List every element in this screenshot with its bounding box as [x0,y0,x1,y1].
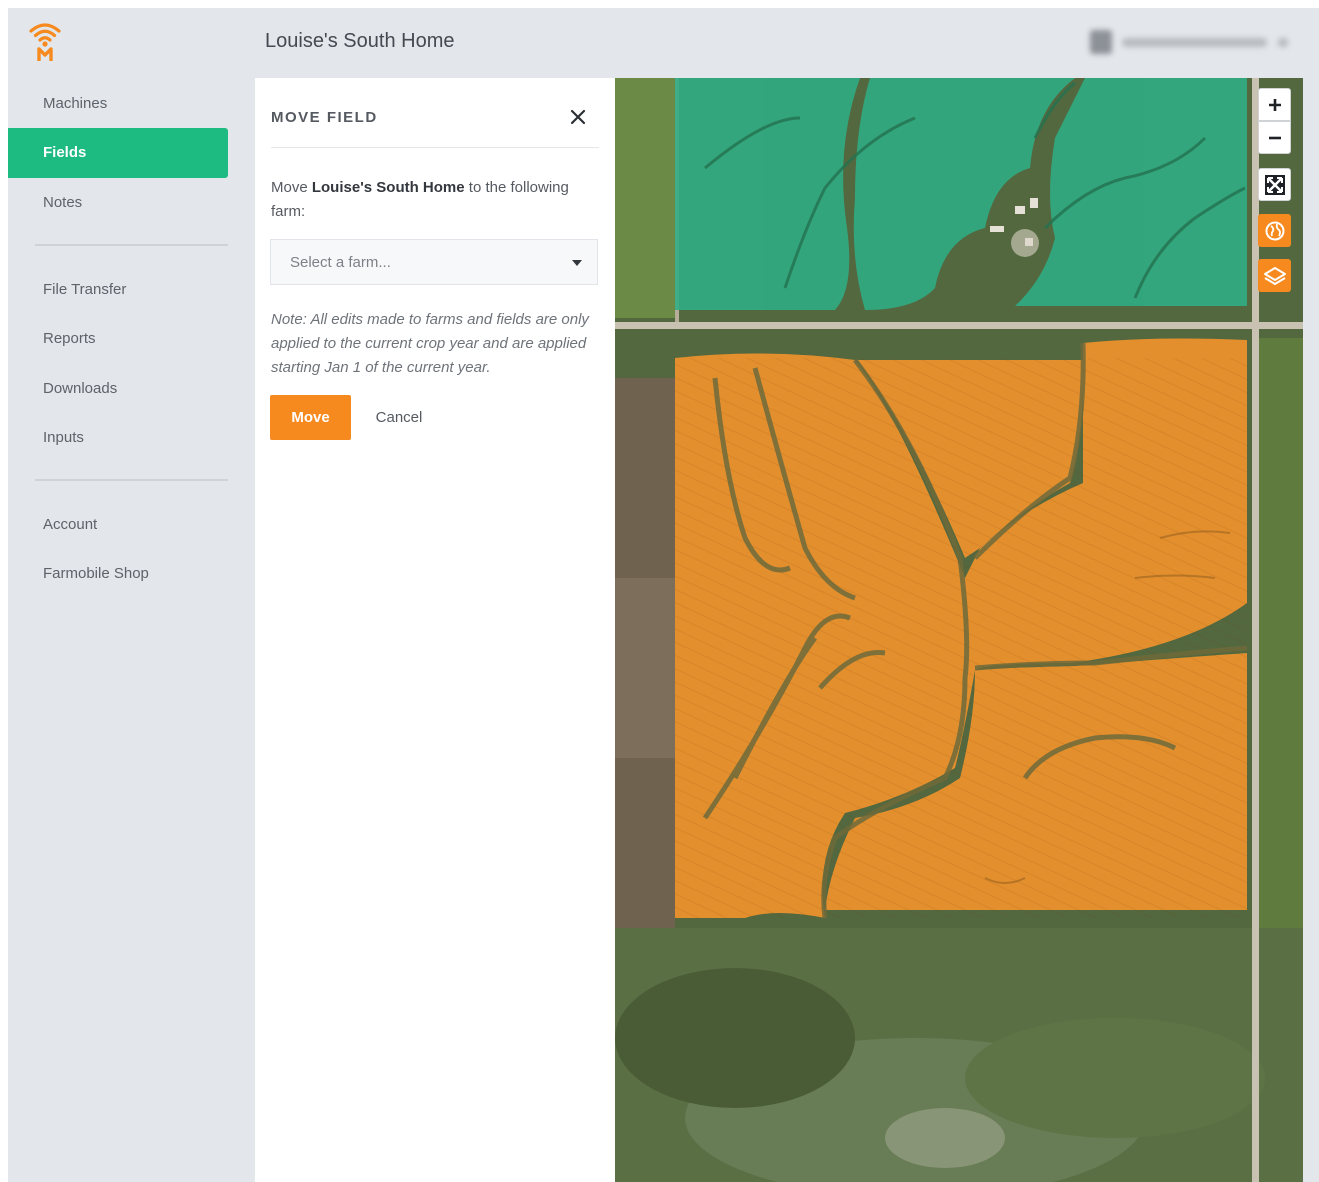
sidebar-item-machines[interactable]: Machines [8,79,228,129]
satellite-map[interactable] [615,78,1303,1182]
sidebar-item-file-transfer[interactable]: File Transfer [8,265,228,315]
avatar [1090,30,1112,54]
field-name: Louise's South Home [311,179,465,196]
sidebar-item-farmobile-shop[interactable]: Farmobile Shop [8,549,228,599]
caret-down-icon [572,260,582,266]
user-menu[interactable] [1090,30,1300,54]
app-shell: Louise's South Home Machines Fields Note… [8,8,1319,1182]
move-field-panel: MOVE FIELD Move Louise's South Home to t… [255,78,615,1182]
farm-select-placeholder: Select a farm... [290,254,391,271]
page-title: Louise's South Home [265,30,455,52]
zoom-in-icon [1268,98,1281,111]
close-icon[interactable] [567,106,589,128]
layers-button[interactable] [1258,259,1291,292]
zoom-out-icon [1268,136,1281,139]
panel-divider [271,147,599,148]
move-message-prefix: Move [271,179,312,196]
sidebar-item-account[interactable]: Account [8,500,228,550]
globe-button[interactable] [1258,214,1291,247]
farmobile-logo[interactable] [28,20,62,62]
panel-title: MOVE FIELD [271,109,378,126]
sidebar-divider [35,479,228,481]
map-imagery [615,78,1303,1182]
sidebar-item-reports[interactable]: Reports [8,314,228,364]
zoom-in-button[interactable] [1258,88,1291,121]
zoom-out-button[interactable] [1258,121,1291,154]
sidebar-divider [35,244,228,246]
fullscreen-icon [1264,174,1285,195]
globe-icon [1265,221,1284,240]
cancel-button[interactable]: Cancel [359,395,439,440]
sidebar-item-notes[interactable]: Notes [8,178,228,228]
move-message: Move Louise's South Home to the followin… [271,176,599,224]
selected-field[interactable] [675,338,1247,919]
sidebar-item-inputs[interactable]: Inputs [8,413,228,463]
edit-note: Note: All edits made to farms and fields… [271,311,589,376]
move-button[interactable]: Move [270,395,351,440]
chevron-down-icon [1278,38,1288,47]
farm-select[interactable]: Select a farm... [270,239,598,285]
sidebar-item-downloads[interactable]: Downloads [8,364,228,414]
user-name-blurred [1122,38,1267,47]
layers-icon [1263,266,1286,285]
fullscreen-button[interactable] [1258,168,1291,201]
sidebar-item-fields[interactable]: Fields [8,128,228,178]
